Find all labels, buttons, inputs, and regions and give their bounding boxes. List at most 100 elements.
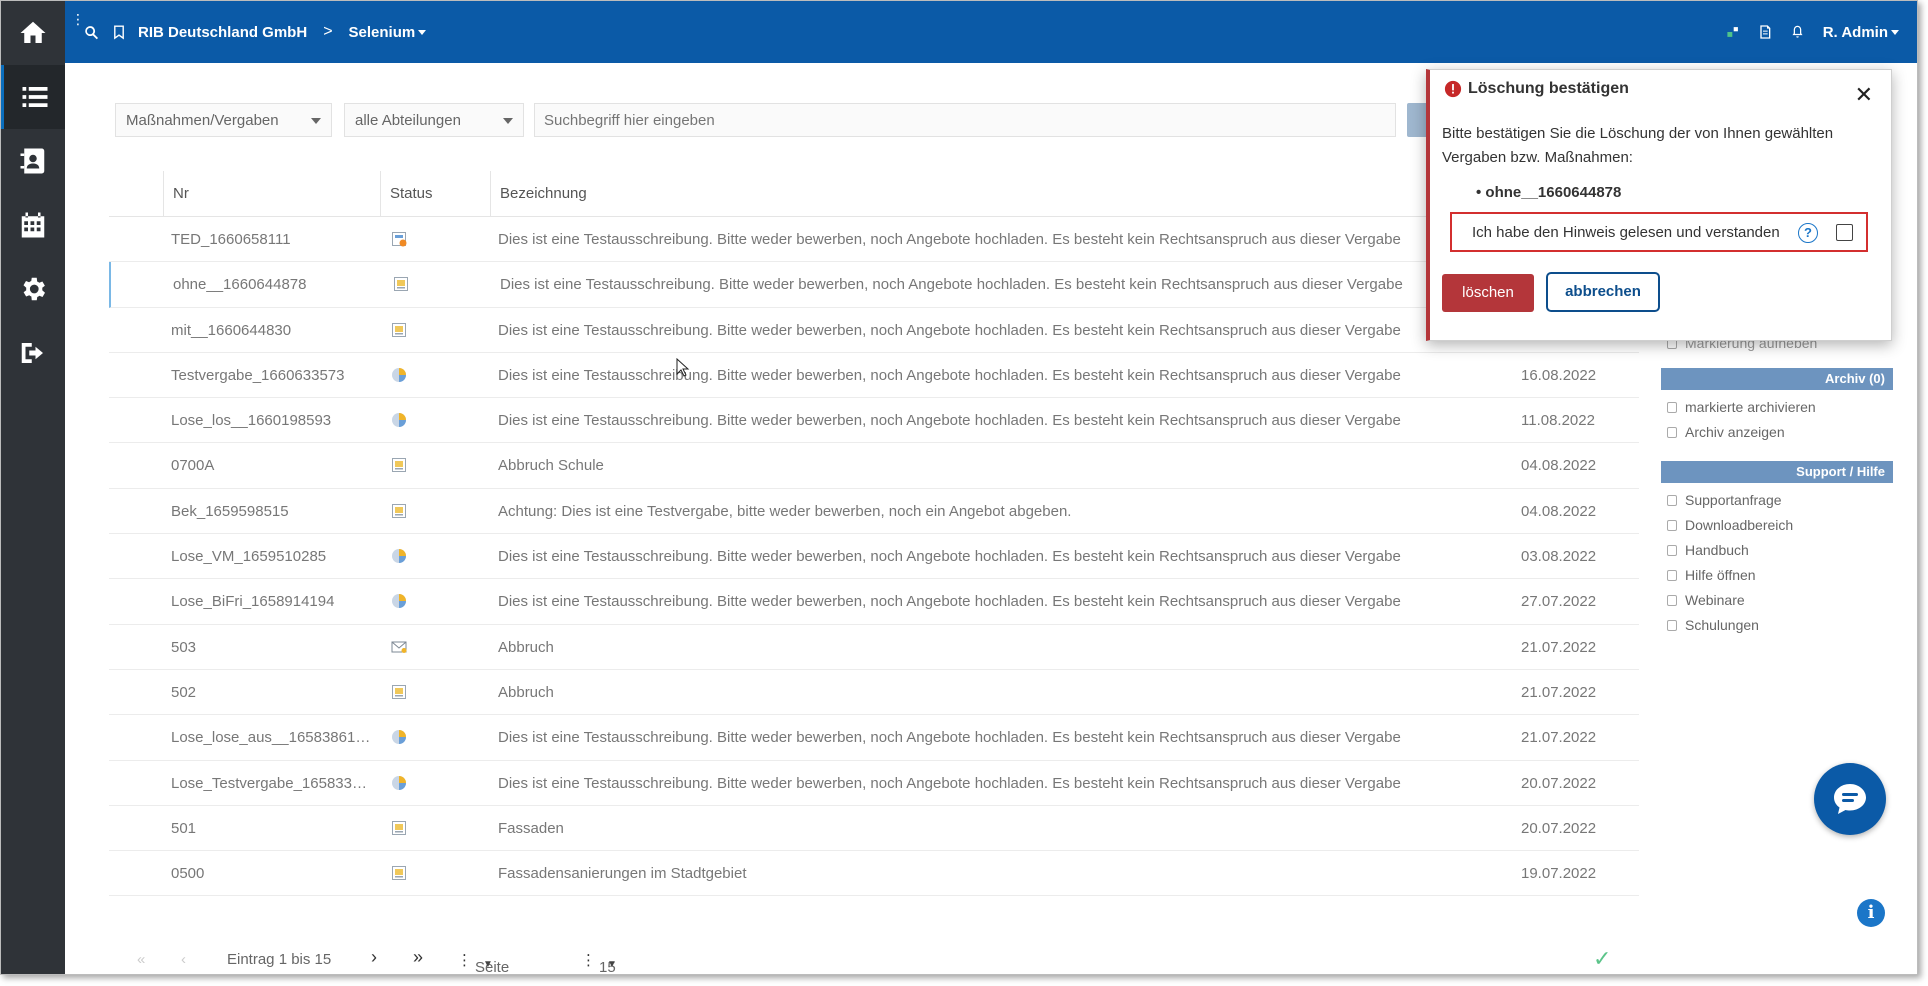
row-nr[interactable]: Testvergabe_1660633573: [171, 353, 371, 398]
project-selector[interactable]: Selenium: [349, 24, 427, 41]
bookmark-icon[interactable]: [112, 24, 126, 41]
row-bezeichnung[interactable]: Dies ist eine Testausschreibung. Bitte w…: [498, 761, 1401, 806]
row-nr[interactable]: 502: [171, 670, 371, 715]
row-bezeichnung[interactable]: Dies ist eine Testausschreibung. Bitte w…: [498, 398, 1401, 443]
more-vertical-icon[interactable]: ⋮: [581, 951, 596, 969]
table-row[interactable]: ohne__1660644878 Dies ist eine Testaussch…: [109, 262, 1639, 308]
table-row[interactable]: Bek_1659598515 Achtung: Dies ist eine Tes…: [109, 489, 1639, 535]
row-date: 20.07.2022: [1521, 819, 1597, 837]
user-menu[interactable]: R. Admin: [1823, 24, 1899, 41]
delete-button[interactable]: löschen: [1442, 274, 1534, 312]
checkbox-icon: [1667, 520, 1677, 531]
search-input[interactable]: [534, 103, 1396, 137]
row-nr[interactable]: 503: [171, 625, 371, 670]
pie-icon: [391, 593, 407, 609]
row-bezeichnung[interactable]: Fassaden: [498, 806, 564, 851]
row-nr[interactable]: Lose_VM_1659510285: [171, 534, 371, 579]
row-bezeichnung[interactable]: Dies ist eine Testausschreibung. Bitte w…: [498, 353, 1401, 398]
row-nr[interactable]: ohne__1660644878: [173, 262, 373, 307]
row-nr[interactable]: Lose_lose_aus__1658386124: [171, 715, 371, 760]
calendar-icon[interactable]: [1, 193, 65, 257]
table-row[interactable]: 501 Fassaden 20.07.2022: [109, 806, 1639, 852]
table-row[interactable]: TED_1660658111 Dies ist eine Testausschre…: [109, 217, 1639, 263]
logout-icon[interactable]: [1, 321, 65, 385]
chat-button[interactable]: [1814, 763, 1886, 835]
search-icon[interactable]: [83, 24, 100, 41]
list-icon[interactable]: [1, 65, 65, 129]
show-archive-link[interactable]: Archiv anzeigen: [1661, 420, 1893, 445]
download-area-link[interactable]: Downloadbereich: [1661, 513, 1893, 538]
table-row[interactable]: 502 Abbruch 21.07.2022: [109, 670, 1639, 716]
first-page-button[interactable]: «: [137, 951, 145, 968]
open-help-link[interactable]: Hilfe öffnen: [1661, 563, 1893, 588]
row-nr[interactable]: 0700A: [171, 443, 371, 488]
row-nr[interactable]: 0500: [171, 851, 371, 896]
row-bezeichnung[interactable]: Dies ist eine Testausschreibung. Bitte w…: [500, 262, 1403, 307]
checkbox-icon: [1667, 495, 1677, 506]
more-vertical-icon[interactable]: ⋮: [71, 11, 85, 28]
table-row[interactable]: Lose_los__1660198593 Dies ist eine Testau…: [109, 398, 1639, 444]
row-bezeichnung[interactable]: Abbruch Schule: [498, 443, 604, 488]
pie-icon: [391, 548, 407, 564]
notification-bell-icon[interactable]: [1790, 24, 1805, 40]
more-vertical-icon[interactable]: ⋮: [457, 951, 472, 969]
document-list-icon[interactable]: [1758, 24, 1772, 40]
row-nr[interactable]: Lose_BiFri_1658914194: [171, 579, 371, 624]
row-bezeichnung[interactable]: Achtung: Dies ist eine Testvergabe, bitt…: [498, 489, 1071, 534]
table-row[interactable]: mit__1660644830 Dies ist eine Testausschr…: [109, 308, 1639, 353]
settings-gear-icon[interactable]: [1, 257, 65, 321]
home-icon[interactable]: [1, 1, 65, 65]
webinars-link[interactable]: Webinare: [1661, 588, 1893, 613]
row-bezeichnung[interactable]: Dies ist eine Testausschreibung. Bitte w…: [498, 308, 1401, 353]
column-header-status[interactable]: Status: [380, 171, 490, 217]
table-row[interactable]: Lose_lose_aus__1658386124 Dies ist eine T…: [109, 715, 1639, 761]
row-nr[interactable]: Bek_1659598515: [171, 489, 371, 534]
table-row[interactable]: Testvergabe_1660633573 Dies ist eine Test…: [109, 353, 1639, 399]
row-bezeichnung[interactable]: Dies ist eine Testausschreibung. Bitte w…: [498, 217, 1401, 262]
type-select[interactable]: Maßnahmen/Vergaben: [115, 103, 332, 137]
project-name: Selenium: [348, 23, 416, 41]
row-nr[interactable]: Lose_los__1660198593: [171, 398, 371, 443]
cancel-button[interactable]: abbrechen: [1546, 272, 1660, 312]
row-bezeichnung[interactable]: Dies ist eine Testausschreibung. Bitte w…: [498, 715, 1401, 760]
help-icon[interactable]: ?: [1798, 223, 1818, 243]
confirm-read-label[interactable]: Ich habe den Hinweis gelesen und verstan…: [1472, 224, 1780, 241]
row-nr[interactable]: 501: [171, 806, 371, 851]
next-page-button[interactable]: ›: [371, 947, 377, 968]
app-switch-icon[interactable]: [1726, 24, 1740, 40]
row-bezeichnung[interactable]: Dies ist eine Testausschreibung. Bitte w…: [498, 534, 1401, 579]
show-archive-label: Archiv anzeigen: [1685, 424, 1785, 440]
table-row[interactable]: 0700A Abbruch Schule 04.08.2022: [109, 443, 1639, 489]
close-icon[interactable]: ✕: [1855, 82, 1873, 108]
manual-link[interactable]: Handbuch: [1661, 538, 1893, 563]
row-bezeichnung[interactable]: Fassadensanierungen im Stadtgebiet: [498, 851, 747, 896]
table-row[interactable]: 503 Abbruch 21.07.2022: [109, 625, 1639, 670]
row-nr[interactable]: mit__1660644830: [171, 308, 371, 353]
table-row[interactable]: 0500 Fassadensanierungen im Stadtgebiet 19…: [109, 851, 1639, 897]
row-bezeichnung[interactable]: Dies ist eine Testausschreibung. Bitte w…: [498, 579, 1401, 624]
info-icon[interactable]: i: [1857, 899, 1885, 927]
department-select[interactable]: alle Abteilungen: [344, 103, 524, 137]
row-nr[interactable]: Lose_Testvergabe_1658337...: [171, 761, 371, 806]
row-bezeichnung[interactable]: Abbruch: [498, 625, 554, 670]
company-name[interactable]: RIB Deutschland GmbH: [138, 24, 307, 41]
last-page-button[interactable]: »: [413, 947, 423, 968]
trainings-link[interactable]: Schulungen: [1661, 613, 1893, 638]
checkbox-icon: [1667, 570, 1677, 581]
contacts-icon[interactable]: [1, 129, 65, 193]
confirm-read-checkbox[interactable]: [1836, 224, 1853, 241]
row-nr[interactable]: TED_1660658111: [171, 217, 371, 262]
row-bezeichnung[interactable]: Abbruch: [498, 670, 554, 715]
column-header-nr[interactable]: Nr: [163, 171, 380, 217]
breadcrumb-separator: >: [323, 23, 333, 40]
table-row[interactable]: Lose_BiFri_1658914194 Dies ist eine Testa…: [109, 579, 1639, 625]
checkbox-icon: [1667, 595, 1677, 606]
table-row[interactable]: Lose_Testvergabe_1658337... Dies ist eine…: [109, 761, 1639, 806]
table-row[interactable]: Lose_VM_1659510285 Dies ist eine Testauss…: [109, 534, 1639, 580]
archive-marked-link[interactable]: markierte archivieren: [1661, 395, 1893, 420]
prev-page-button[interactable]: ‹: [181, 951, 186, 968]
user-name: R. Admin: [1822, 23, 1888, 41]
envelope-icon: [391, 639, 407, 655]
support-request-link[interactable]: Supportanfrage: [1661, 488, 1893, 513]
pie-icon: [391, 729, 407, 745]
